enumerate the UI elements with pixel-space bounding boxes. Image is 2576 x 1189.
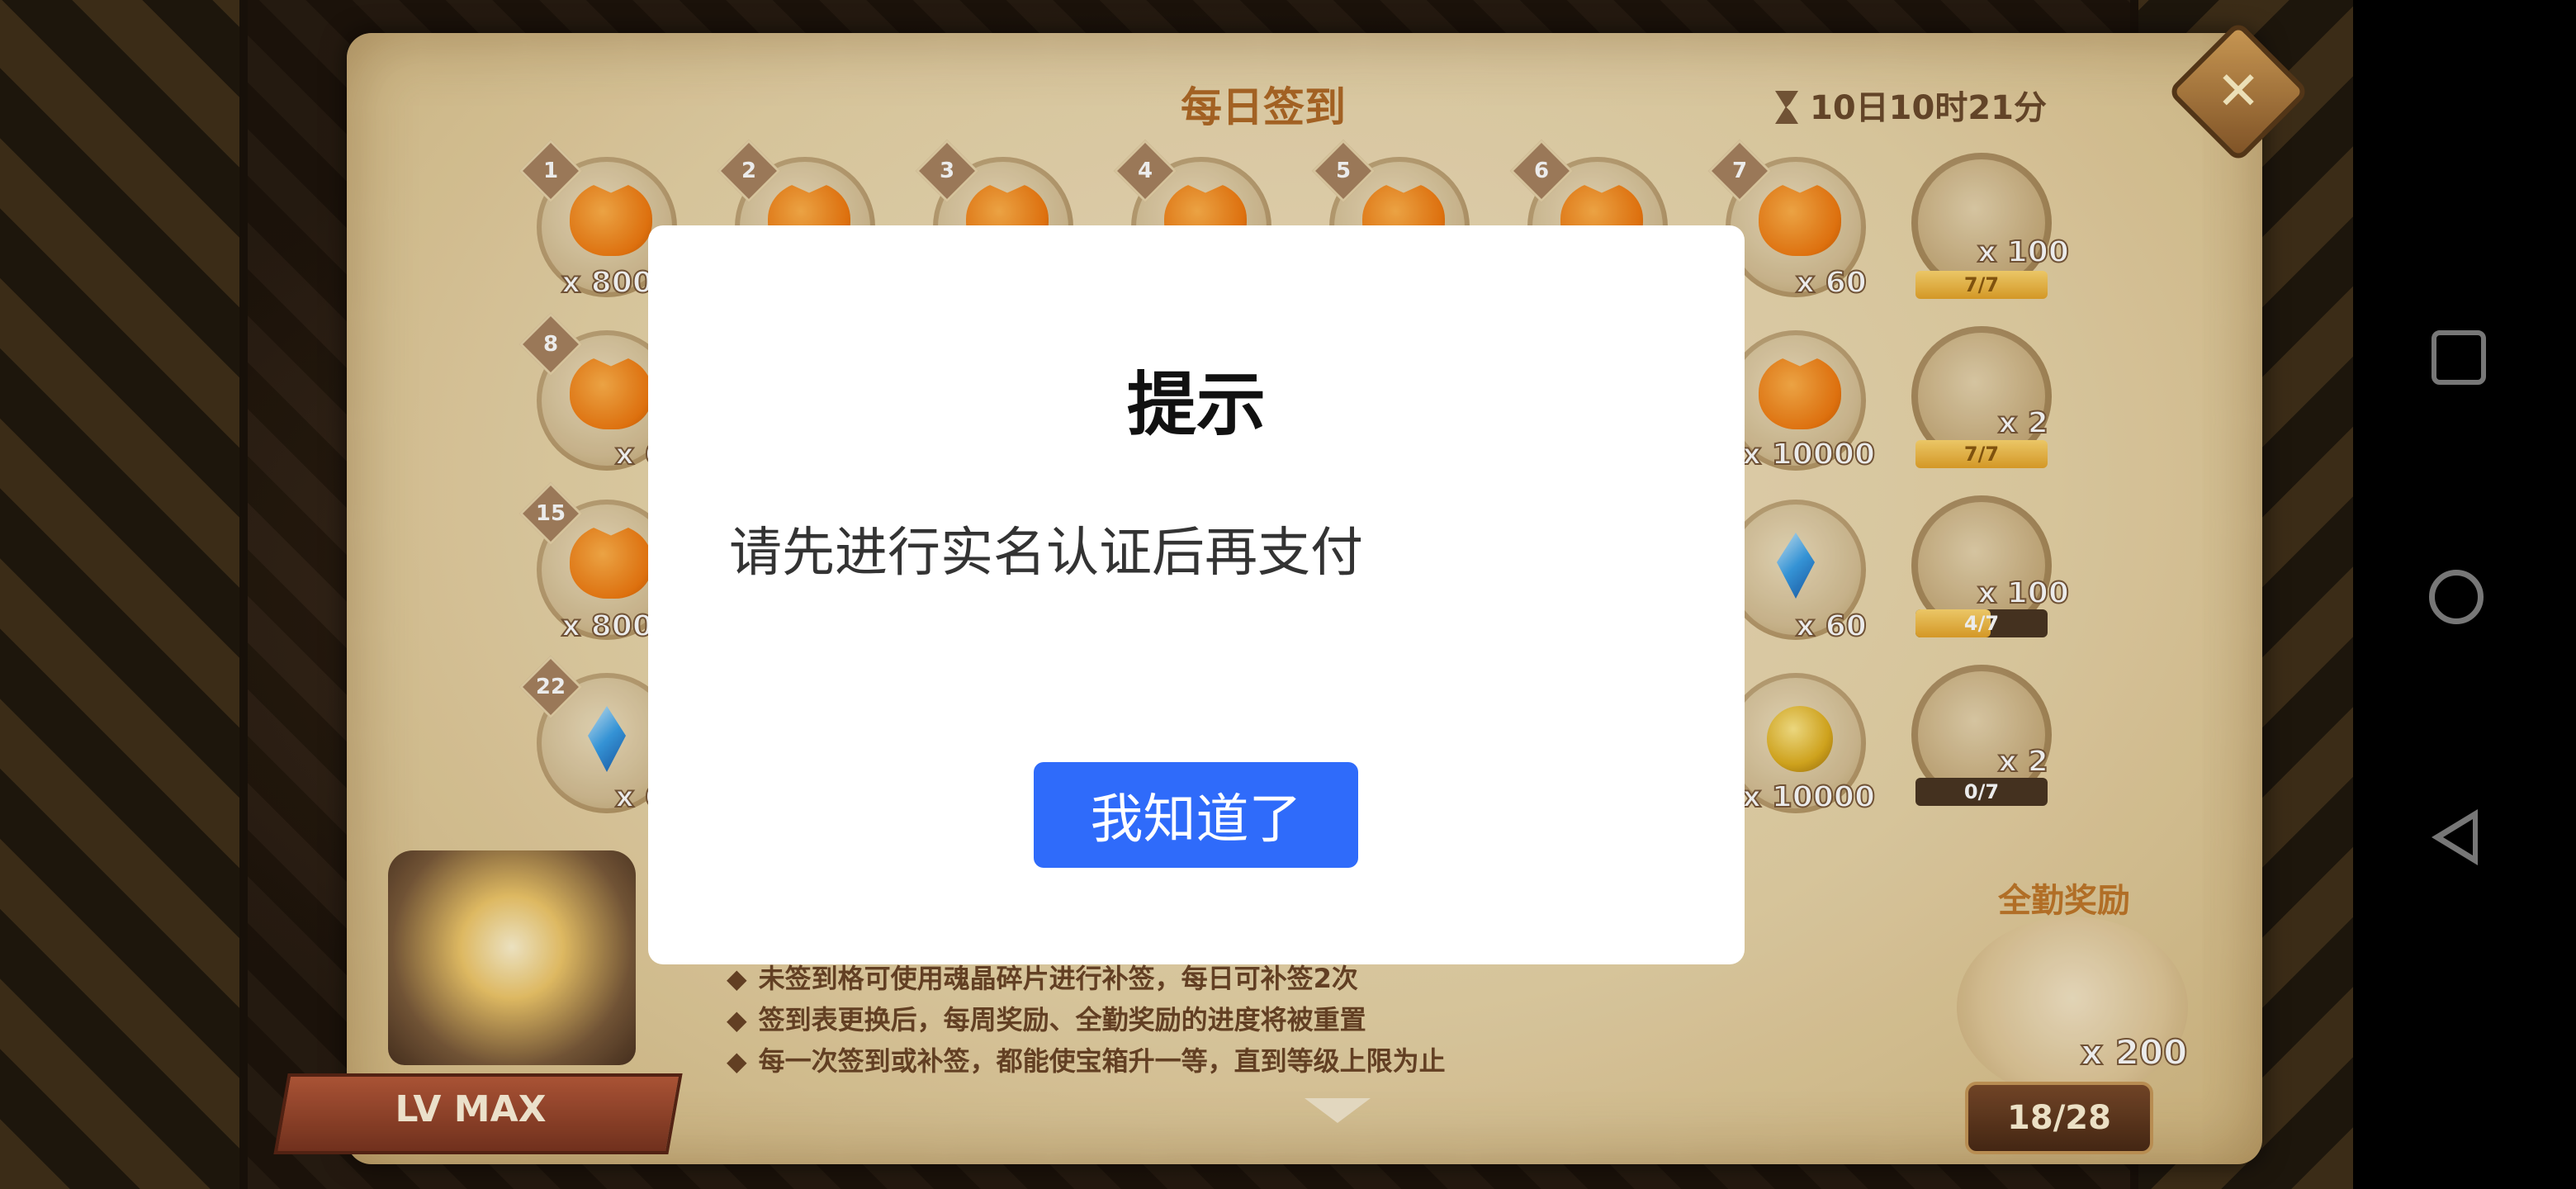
real-name-dialog: 提示 请先进行实名认证后再支付 我知道了 <box>648 225 1745 964</box>
acknowledge-button[interactable]: 我知道了 <box>1034 762 1358 868</box>
android-nav-bar <box>2353 0 2576 1189</box>
dialog-title: 提示 <box>1126 364 1266 445</box>
back-icon[interactable] <box>2432 809 2478 865</box>
home-icon[interactable] <box>2429 570 2484 624</box>
dialog-message: 请先进行实名认证后再支付 <box>729 523 1363 584</box>
recent-apps-icon[interactable] <box>2432 330 2486 385</box>
